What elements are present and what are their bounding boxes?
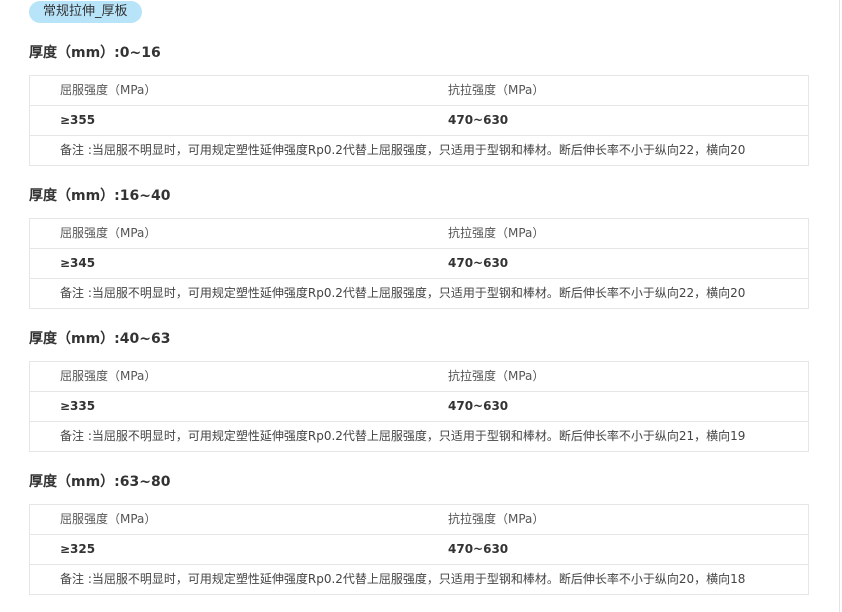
yield-strength-label: 屈服强度（MPa）	[60, 226, 157, 240]
tensile-strength-label: 抗拉强度（MPa）	[448, 512, 545, 526]
value-row: ≥345 470~630	[30, 249, 808, 279]
yield-strength-value: ≥335	[60, 399, 96, 413]
section-title: 厚度（mm）:40~63	[29, 331, 171, 347]
note-row: 备注 :当屈服不明显时，可用规定塑性延伸强度Rp0.2代替上屈服强度，只适用于型…	[30, 279, 808, 308]
spec-table: 屈服强度（MPa） 抗拉强度（MPa） ≥325 470~630 备注 :当屈服…	[29, 504, 809, 595]
section-title: 厚度（mm）:16~40	[29, 188, 171, 204]
category-tag[interactable]: 常规拉伸_厚板	[29, 1, 142, 23]
yield-strength-label: 屈服强度（MPa）	[60, 512, 157, 526]
value-row: ≥335 470~630	[30, 392, 808, 422]
header-row: 屈服强度（MPa） 抗拉强度（MPa）	[30, 362, 808, 392]
scroll-divider	[839, 0, 840, 612]
tensile-strength-value: 470~630	[448, 542, 509, 556]
note-row: 备注 :当屈服不明显时，可用规定塑性延伸强度Rp0.2代替上屈服强度，只适用于型…	[30, 565, 808, 594]
header-row: 屈服强度（MPa） 抗拉强度（MPa）	[30, 505, 808, 535]
note-text: 备注 :当屈服不明显时，可用规定塑性延伸强度Rp0.2代替上屈服强度，只适用于型…	[60, 429, 746, 443]
tensile-strength-label: 抗拉强度（MPa）	[448, 369, 545, 383]
tensile-strength-value: 470~630	[448, 256, 509, 270]
note-text: 备注 :当屈服不明显时，可用规定塑性延伸强度Rp0.2代替上屈服强度，只适用于型…	[60, 286, 746, 300]
note-text: 备注 :当屈服不明显时，可用规定塑性延伸强度Rp0.2代替上屈服强度，只适用于型…	[60, 143, 746, 157]
yield-strength-label: 屈服强度（MPa）	[60, 83, 157, 97]
tensile-strength-value: 470~630	[448, 113, 509, 127]
section-title: 厚度（mm）:63~80	[29, 474, 171, 490]
value-row: ≥325 470~630	[30, 535, 808, 565]
tensile-strength-label: 抗拉强度（MPa）	[448, 83, 545, 97]
yield-strength-label: 屈服强度（MPa）	[60, 369, 157, 383]
header-row: 屈服强度（MPa） 抗拉强度（MPa）	[30, 219, 808, 249]
value-row: ≥355 470~630	[30, 106, 808, 136]
note-text: 备注 :当屈服不明显时，可用规定塑性延伸强度Rp0.2代替上屈服强度，只适用于型…	[60, 572, 746, 586]
section-title: 厚度（mm）:0~16	[29, 45, 161, 61]
tensile-strength-label: 抗拉强度（MPa）	[448, 226, 545, 240]
yield-strength-value: ≥355	[60, 113, 96, 127]
spec-table: 屈服强度（MPa） 抗拉强度（MPa） ≥345 470~630 备注 :当屈服…	[29, 218, 809, 309]
tensile-strength-value: 470~630	[448, 399, 509, 413]
yield-strength-value: ≥325	[60, 542, 96, 556]
spec-table: 屈服强度（MPa） 抗拉强度（MPa） ≥335 470~630 备注 :当屈服…	[29, 361, 809, 452]
page: 常规拉伸_厚板 厚度（mm）:0~16 屈服强度（MPa） 抗拉强度（MPa） …	[0, 0, 842, 612]
spec-table: 屈服强度（MPa） 抗拉强度（MPa） ≥355 470~630 备注 :当屈服…	[29, 75, 809, 166]
header-row: 屈服强度（MPa） 抗拉强度（MPa）	[30, 76, 808, 106]
note-row: 备注 :当屈服不明显时，可用规定塑性延伸强度Rp0.2代替上屈服强度，只适用于型…	[30, 422, 808, 451]
note-row: 备注 :当屈服不明显时，可用规定塑性延伸强度Rp0.2代替上屈服强度，只适用于型…	[30, 136, 808, 165]
yield-strength-value: ≥345	[60, 256, 96, 270]
